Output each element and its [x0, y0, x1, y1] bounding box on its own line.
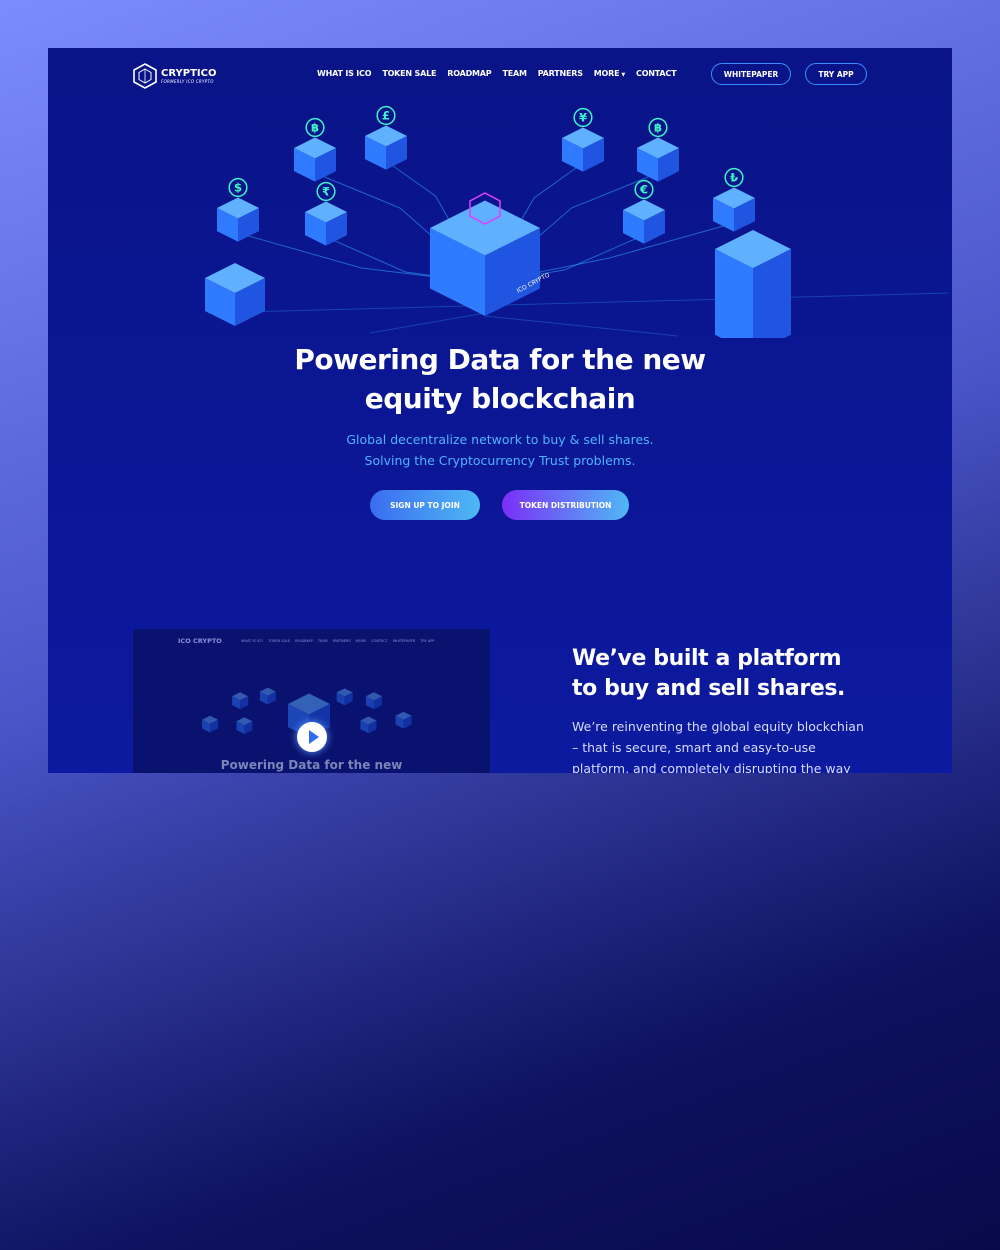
nav-what-is-ico[interactable]: WHAT IS ICO [317, 69, 372, 78]
hero-subtitle-line1: Global decentralize network to buy & sel… [346, 432, 654, 447]
token-distribution-button[interactable]: TOKEN DISTRIBUTION [502, 490, 629, 520]
nav-token-sale[interactable]: TOKEN SALE [382, 69, 436, 78]
server-stack-left [205, 263, 265, 326]
svg-text:฿: ฿ [654, 121, 662, 135]
thumb-cube [232, 692, 249, 710]
nav-contact[interactable]: CONTACT [636, 69, 677, 78]
thumb-cube [236, 717, 253, 735]
hero-title: Powering Data for the new equity blockcha… [48, 340, 952, 418]
nav-more-label: MORE [593, 69, 620, 78]
network-line [207, 292, 949, 314]
thumb-cube [360, 716, 377, 734]
svg-text:£: £ [382, 109, 390, 123]
currency-cube: ₺ [713, 167, 755, 232]
nav-team[interactable]: TEAM [502, 69, 526, 78]
currency-cube: € [623, 179, 665, 244]
svg-text:₹: ₹ [322, 185, 330, 199]
svg-text:$: $ [234, 181, 242, 195]
thumb-cube [259, 687, 276, 705]
svg-text:₺: ₺ [730, 171, 738, 185]
svg-text:¥: ¥ [579, 111, 587, 125]
hero-title-line2: equity blockchain [364, 382, 636, 415]
central-ico-cube [430, 200, 540, 316]
about-title-line1: We’ve built a platform [572, 646, 842, 671]
network-line [369, 312, 486, 334]
nav-roadmap[interactable]: ROADMAP [447, 69, 491, 78]
main-menu: WHAT IS ICO TOKEN SALE ROADMAP TEAM PART… [317, 69, 677, 78]
thumb-cube [365, 692, 382, 710]
about-body: We’re reinventing the global equity bloc… [572, 719, 864, 773]
currency-cube: ¥ [562, 107, 604, 172]
currency-cube: ฿ [637, 117, 679, 182]
play-icon [308, 730, 319, 744]
hero-title-line1: Powering Data for the new [294, 343, 706, 376]
network-line [484, 315, 679, 337]
video-thumbnail[interactable]: ICO CRYPTO WHAT IS ICO TOKEN SALE ROADMAP T… [133, 629, 490, 773]
landing-page: CRYPTICO FORMERLY ICO CRYPTO WHAT IS ICO… [48, 48, 952, 773]
play-button[interactable] [297, 722, 327, 752]
thumb-cube [202, 715, 219, 733]
sign-up-button[interactable]: SIGN UP TO JOIN [370, 490, 480, 520]
hero-subtitle: Global decentralize network to buy & sel… [48, 429, 952, 471]
nav-partners[interactable]: PARTNERS [538, 69, 583, 78]
thumb-cube [395, 711, 412, 729]
nav-more[interactable]: MORE ▼ [594, 69, 625, 78]
svg-text:€: € [639, 183, 648, 197]
thumb-title: Powering Data for the new [220, 758, 403, 772]
hero-subtitle-line2: Solving the Cryptocurrency Trust problem… [364, 453, 636, 468]
currency-cube: $ [217, 177, 259, 242]
currency-cube: £ [365, 105, 407, 170]
thumb-cube [336, 688, 353, 706]
hero-illustration: $ ฿ £ ₹ ¥ ฿ € ₺ ICO CRYPTO [205, 105, 949, 338]
about-title: We’ve built a platform to buy and sell sh… [572, 644, 845, 704]
currency-cube: ₹ [305, 181, 347, 246]
currency-cube: ฿ [294, 117, 336, 182]
about-title-line2: to buy and sell shares. [572, 676, 845, 701]
svg-text:฿: ฿ [311, 121, 319, 135]
